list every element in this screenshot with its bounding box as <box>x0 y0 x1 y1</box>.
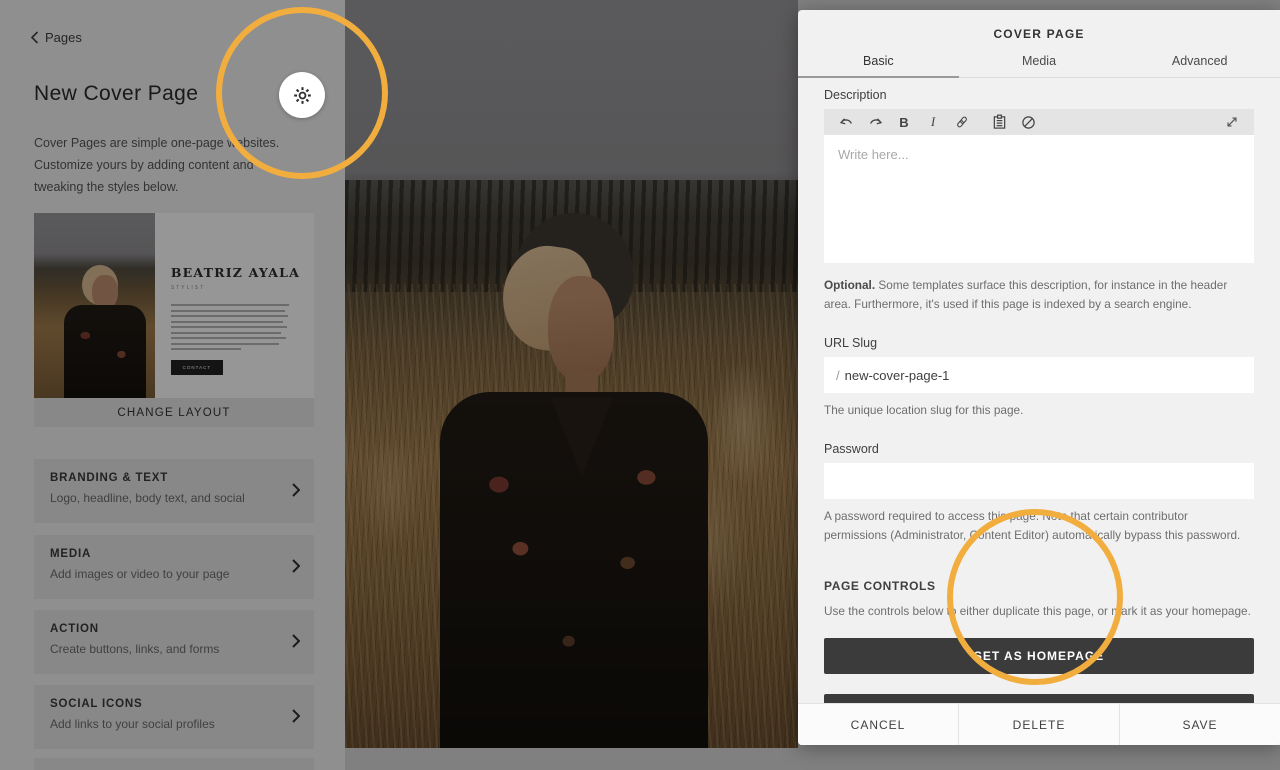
active-tab-underline <box>798 76 959 78</box>
password-helper: A password required to access this page.… <box>824 507 1254 545</box>
description-label: Description <box>824 88 1254 102</box>
form-icon[interactable] <box>987 111 1011 133</box>
settings-tabs: Basic Media Advanced <box>798 45 1280 78</box>
page-controls-helper: Use the controls below to either duplica… <box>824 602 1254 621</box>
description-input[interactable] <box>824 135 1254 263</box>
page-settings-button[interactable] <box>279 72 325 118</box>
panel-footer: CANCEL DELETE SAVE <box>798 703 1280 745</box>
cancel-button[interactable]: CANCEL <box>798 704 958 745</box>
redo-icon[interactable] <box>863 111 887 133</box>
page-controls-label: PAGE CONTROLS <box>824 579 1254 593</box>
delete-button[interactable]: DELETE <box>958 704 1119 745</box>
url-slug-input[interactable]: / new-cover-page-1 <box>824 357 1254 393</box>
link-icon[interactable] <box>950 111 974 133</box>
panel-title: COVER PAGE <box>798 10 1280 45</box>
save-button[interactable]: SAVE <box>1119 704 1280 745</box>
url-slug-label: URL Slug <box>824 336 1254 350</box>
tab-basic[interactable]: Basic <box>798 45 959 77</box>
description-helper: Optional. Some templates surface this de… <box>824 276 1254 314</box>
tab-media[interactable]: Media <box>959 45 1120 77</box>
slug-value: new-cover-page-1 <box>845 368 950 383</box>
italic-icon[interactable]: I <box>921 111 945 133</box>
url-slug-helper: The unique location slug for this page. <box>824 401 1254 420</box>
password-input[interactable] <box>824 463 1254 499</box>
slug-prefix: / <box>836 368 840 383</box>
tab-advanced[interactable]: Advanced <box>1119 45 1280 77</box>
expand-icon[interactable] <box>1220 111 1244 133</box>
undo-icon[interactable] <box>834 111 858 133</box>
cover-page-settings-panel: COVER PAGE Basic Media Advanced Descript… <box>798 10 1280 745</box>
gear-icon <box>292 85 313 106</box>
rich-text-toolbar: B I <box>824 109 1254 135</box>
password-label: Password <box>824 442 1254 456</box>
set-as-homepage-button[interactable]: SET AS HOMEPAGE <box>824 638 1254 674</box>
clear-formatting-icon[interactable] <box>1016 111 1040 133</box>
bold-icon[interactable]: B <box>892 111 916 133</box>
